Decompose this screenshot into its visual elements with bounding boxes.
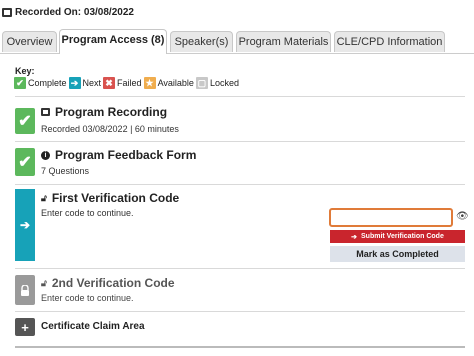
status-complete-icon: ✔ — [15, 108, 35, 134]
unlock-icon: 🔓︎ — [41, 277, 47, 288]
tab-cle-cpd-information[interactable]: CLE/CPD Information — [334, 31, 445, 52]
status-complete-icon: ✔ — [15, 148, 35, 176]
divider — [15, 184, 465, 185]
step-subtitle: 7 Questions — [41, 166, 90, 176]
film-icon — [41, 108, 50, 116]
status-locked-icon — [15, 275, 35, 305]
key-item-available: ★ Available — [143, 77, 194, 89]
tab-program-access[interactable]: Program Access (8) — [59, 29, 167, 54]
step-subtitle: Enter code to continue. — [41, 208, 134, 218]
key-legend: ✔ Complete ➔ Next ✖ Failed ★ Available ▢… — [14, 77, 241, 89]
recorded-on-text: Recorded On: 03/08/2022 — [15, 7, 134, 18]
key-item-failed: ✖ Failed — [103, 77, 142, 89]
arrow-right-icon: ➔ — [68, 77, 81, 89]
submit-verification-code-button[interactable]: ➔ Submit Verification Code — [330, 230, 465, 243]
star-icon: ★ — [143, 77, 156, 89]
step-first-verification-code: 🔓︎ First Verification Code — [41, 191, 179, 205]
step-program-feedback-form: i Program Feedback Form — [41, 148, 196, 162]
step-title: 2nd Verification Code — [51, 276, 175, 290]
lock-icon: ▢ — [195, 77, 208, 89]
arrow-right-icon: ➔ — [351, 233, 357, 241]
info-icon: i — [41, 150, 50, 160]
divider — [15, 96, 465, 97]
step-certificate-claim-area[interactable]: Certificate Claim Area — [41, 321, 145, 332]
unlock-icon: 🔓︎ — [41, 192, 47, 203]
tab-program-materials[interactable]: Program Materials — [236, 31, 331, 52]
expand-plus-icon[interactable]: + — [15, 318, 35, 336]
recorded-on: Recorded On: 03/08/2022 — [2, 7, 134, 18]
step-program-recording: Program Recording — [41, 105, 167, 119]
step-subtitle: Enter code to continue. — [41, 293, 134, 303]
divider — [15, 311, 465, 312]
tab-bar: Overview Program Access (8) Speaker(s) P… — [0, 29, 474, 54]
mark-as-completed-button[interactable]: Mark as Completed — [330, 246, 465, 262]
divider — [15, 268, 465, 269]
step-subtitle: Recorded 03/08/2022 | 60 minutes — [41, 124, 179, 134]
film-icon — [2, 8, 12, 17]
key-item-next: ➔ Next — [68, 77, 101, 89]
x-icon: ✖ — [103, 77, 116, 89]
divider — [15, 141, 465, 142]
step-title: Program Recording — [55, 105, 168, 119]
key-item-locked: ▢ Locked — [195, 77, 239, 89]
check-icon: ✔ — [14, 77, 26, 89]
step-title: Program Feedback Form — [55, 148, 197, 162]
key-item-complete: ✔ Complete — [14, 77, 67, 89]
key-label: Key: — [15, 66, 35, 76]
eye-icon[interactable]: 👁︎ — [456, 211, 469, 222]
step-title: First Verification Code — [51, 191, 180, 205]
verification-code-input[interactable] — [329, 208, 453, 227]
tab-speakers[interactable]: Speaker(s) — [170, 31, 233, 52]
divider — [15, 346, 465, 348]
tab-overview[interactable]: Overview — [2, 31, 57, 52]
step-second-verification-code: 🔓︎ 2nd Verification Code — [41, 276, 175, 290]
status-next-icon: ➔ — [15, 189, 35, 261]
